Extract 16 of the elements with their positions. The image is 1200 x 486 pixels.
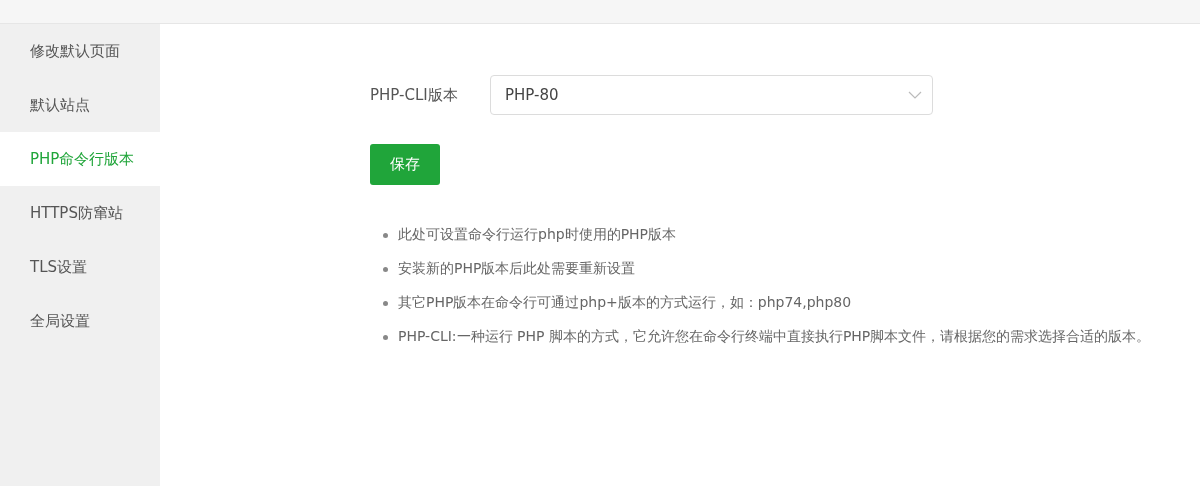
sidebar-item[interactable]: TLS设置 bbox=[0, 240, 160, 294]
version-select[interactable]: PHP-80 bbox=[490, 75, 933, 115]
chevron-down-icon bbox=[908, 91, 922, 99]
sidebar-item[interactable]: 全局设置 bbox=[0, 294, 160, 348]
bullet-icon bbox=[383, 266, 388, 272]
sidebar-item[interactable]: HTTPS防窜站 bbox=[0, 186, 160, 240]
note-text: 此处可设置命令行运行php时使用的PHP版本 bbox=[398, 226, 677, 244]
note-text: 安装新的PHP版本后此处需要重新设置 bbox=[398, 260, 636, 278]
field-label: PHP-CLI版本 bbox=[370, 85, 459, 105]
note-text: 其它PHP版本在命令行可通过php+版本的方式运行，如：php74,php80 bbox=[398, 294, 852, 312]
bullet-icon bbox=[383, 300, 388, 306]
bullet-icon bbox=[383, 232, 388, 238]
bullet-icon bbox=[383, 334, 388, 340]
sidebar-item[interactable]: 默认站点 bbox=[0, 78, 160, 132]
note-text: PHP-CLI:一种运行 PHP 脚本的方式，它允许您在命令行终端中直接执行PHP脚本文件，请根据您的需求选择合适的版本。 bbox=[398, 328, 1151, 346]
sidebar-item[interactable]: 修改默认页面 bbox=[0, 24, 160, 78]
